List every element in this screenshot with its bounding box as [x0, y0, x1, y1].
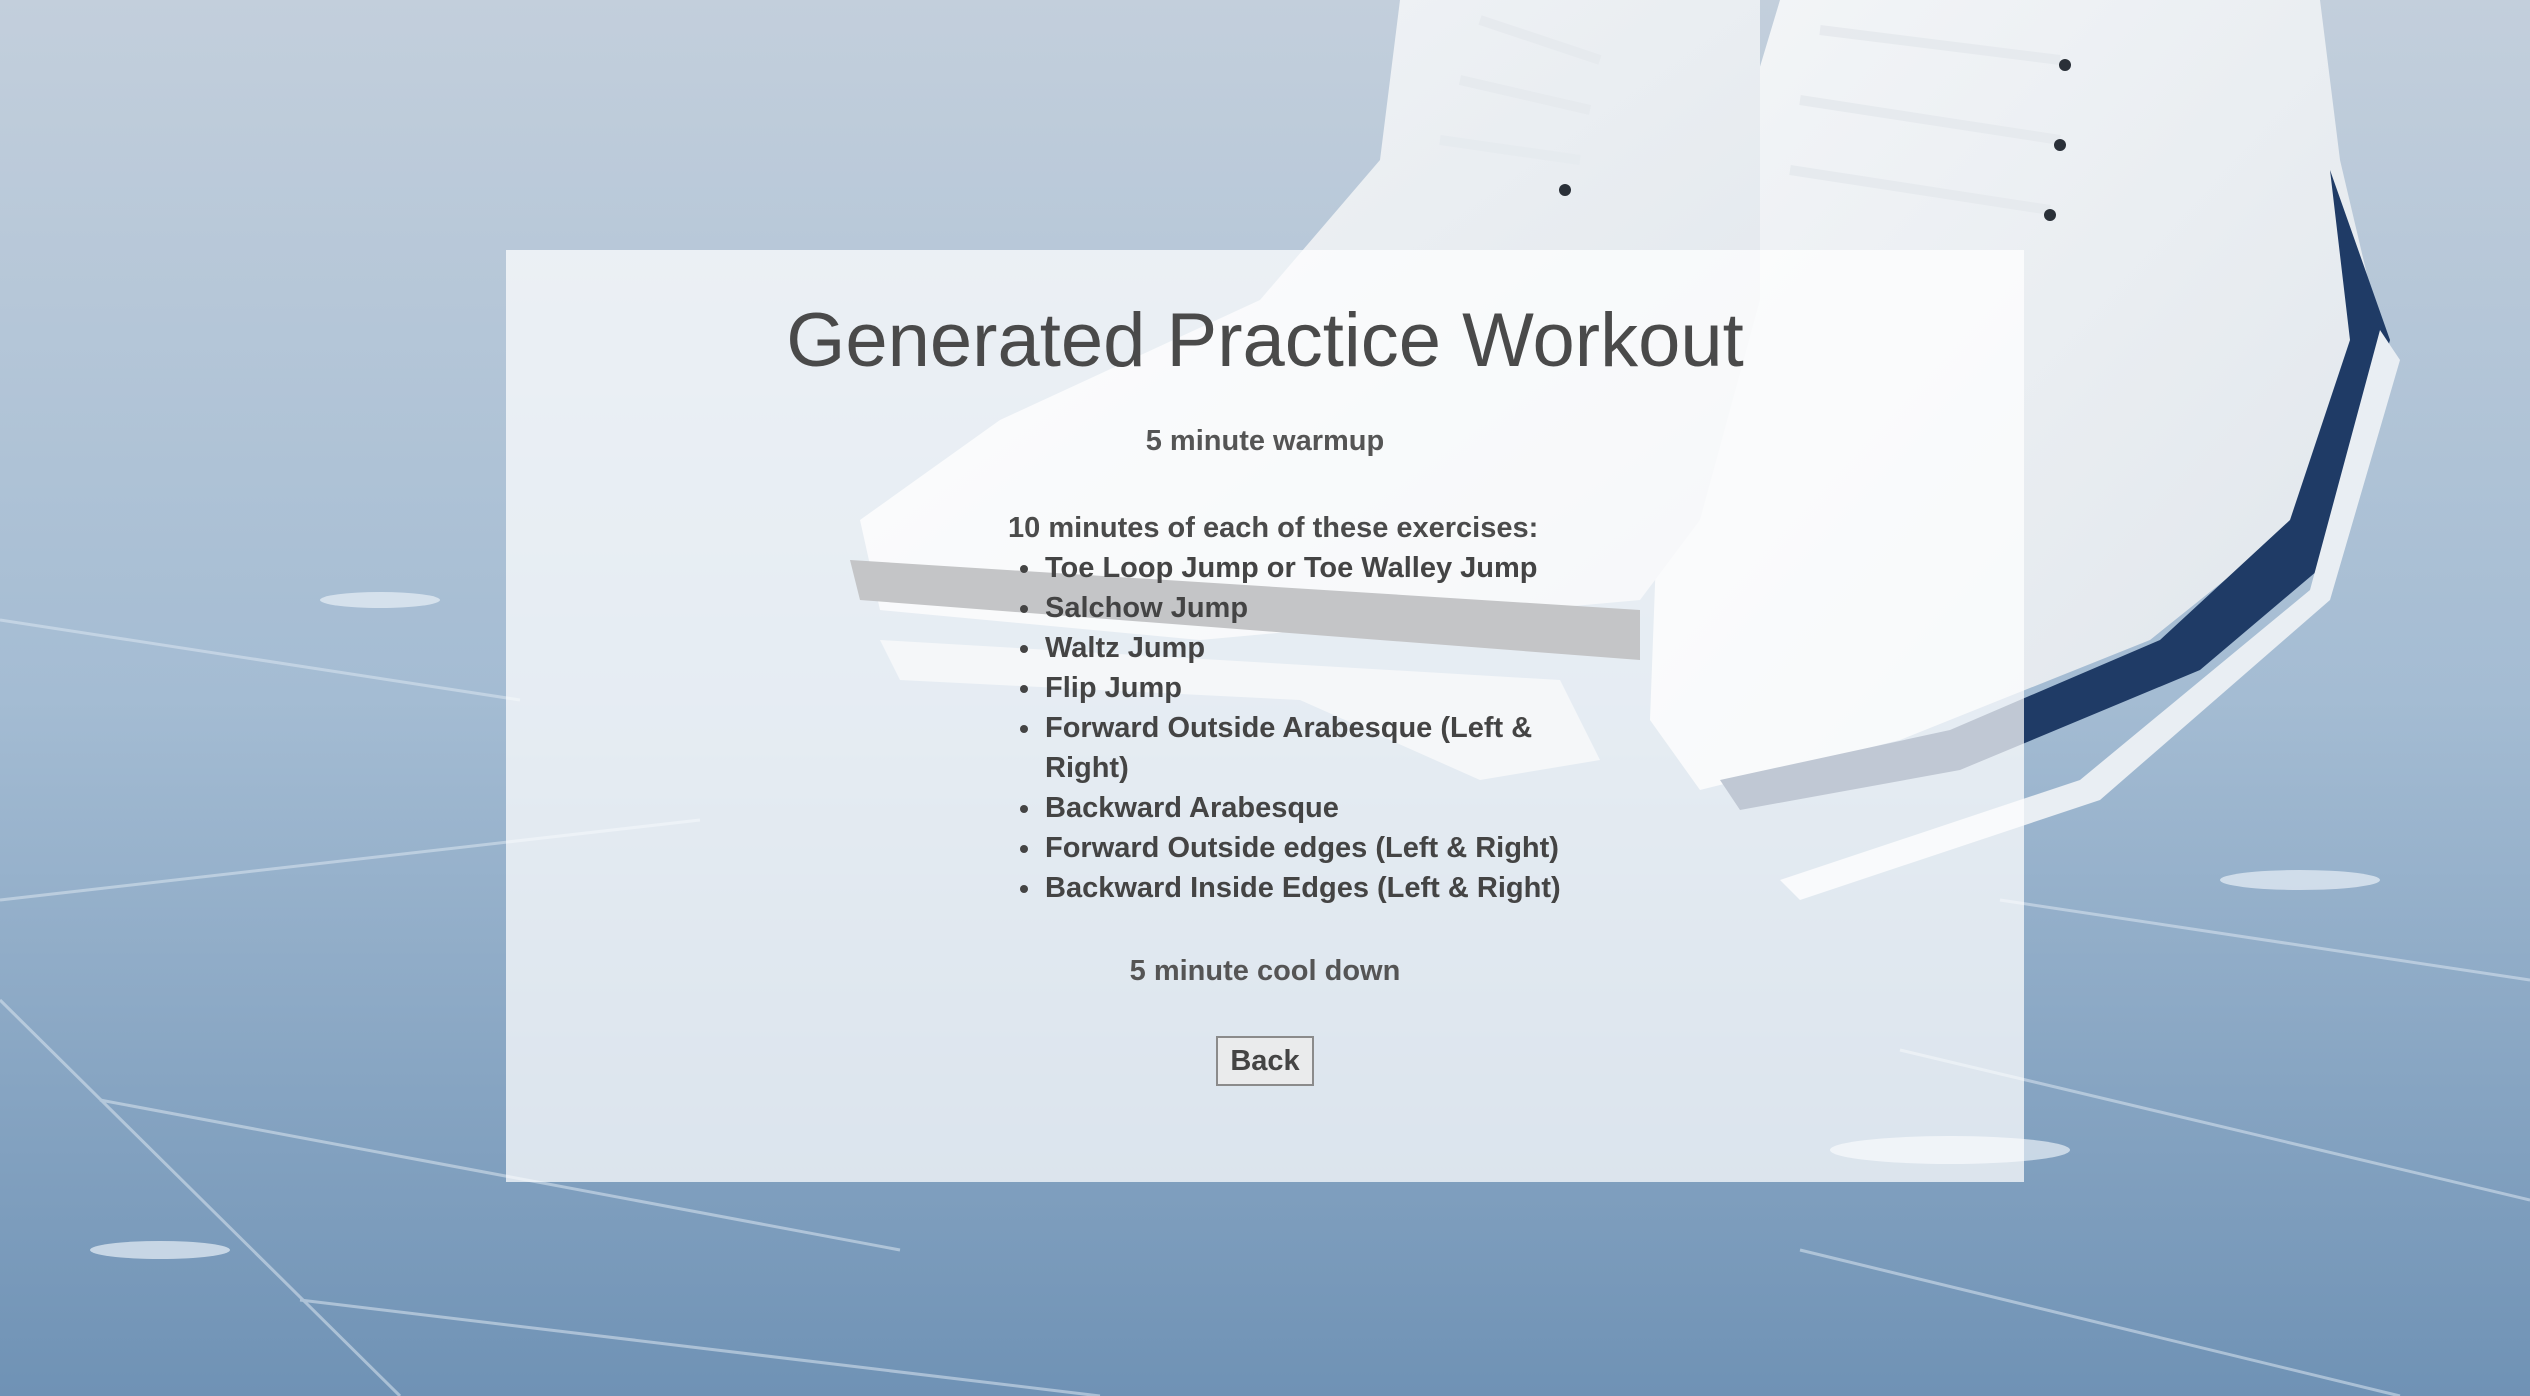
list-item: Flip Jump [1020, 668, 1568, 708]
exercise-list: Toe Loop Jump or Toe Walley Jump Salchow… [1008, 548, 1568, 908]
list-item: Toe Loop Jump or Toe Walley Jump [1020, 548, 1568, 588]
list-item: Backward Arabesque [1020, 788, 1568, 828]
back-button[interactable]: Back [1216, 1036, 1314, 1086]
warmup-text: 5 minute warmup [1145, 425, 1385, 457]
page-title: Generated Practice Workout [786, 298, 1744, 383]
list-item: Forward Outside Arabesque (Left & Right) [1020, 708, 1545, 788]
exercises-heading: 10 minutes of each of these exercises: [1008, 512, 1539, 544]
exercise-section: 10 minutes of each of these exercises: T… [1008, 508, 1568, 908]
list-item: Waltz Jump [1020, 628, 1568, 668]
list-item: Forward Outside edges (Left & Right) [1020, 828, 1568, 868]
cooldown-text: 5 minute cool down [1129, 955, 1401, 987]
list-item: Salchow Jump [1020, 588, 1568, 628]
list-item: Backward Inside Edges (Left & Right) [1020, 868, 1568, 908]
